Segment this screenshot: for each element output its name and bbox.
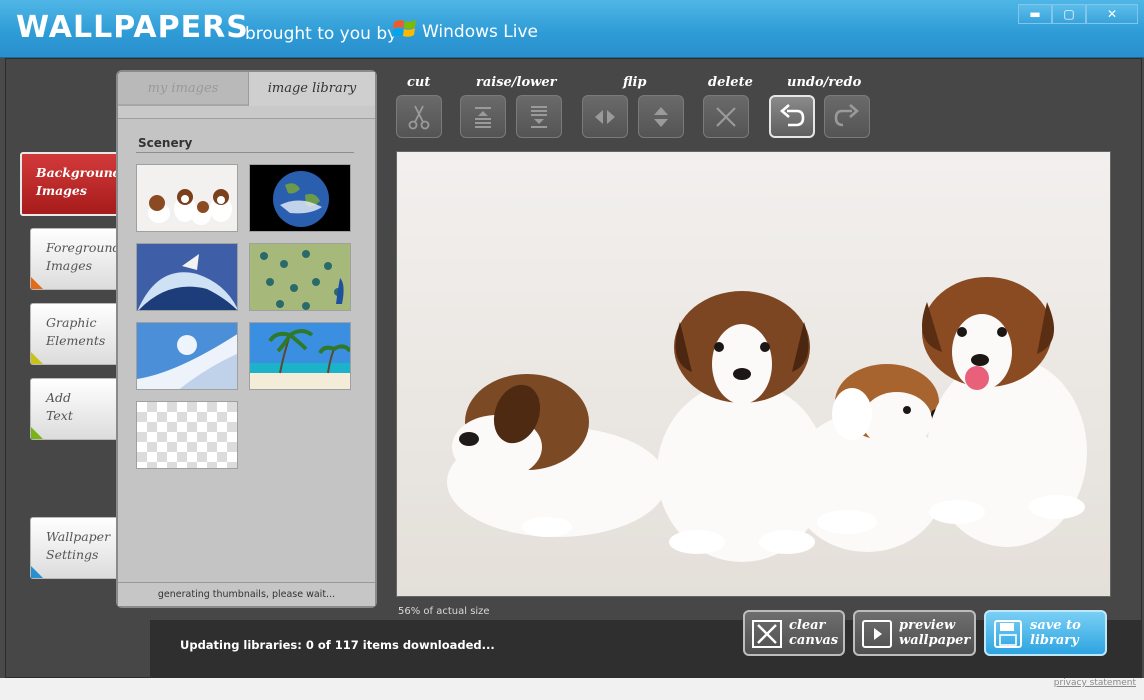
thumbnail-transparent[interactable] bbox=[136, 401, 238, 469]
wallpaper-canvas[interactable] bbox=[396, 151, 1111, 597]
tropical-beach-thumbnail-image bbox=[250, 323, 350, 389]
puppies-thumbnail-image bbox=[137, 165, 237, 231]
clear-canvas-icon bbox=[752, 620, 782, 648]
toolbar-label-raise-lower: raise/lower bbox=[476, 75, 557, 90]
tab-image-library[interactable]: image library bbox=[248, 72, 375, 106]
preview-wallpaper-button[interactable]: preview wallpaper bbox=[853, 610, 976, 656]
raise-button[interactable] bbox=[460, 95, 506, 138]
window-controls: ▬ ▢ ✕ bbox=[1018, 4, 1138, 24]
preview-icon bbox=[862, 620, 892, 648]
sidebar-item-label: Add bbox=[46, 390, 72, 405]
preview-wallpaper-label: preview wallpaper bbox=[899, 618, 970, 648]
app-title: WALLPAPERS bbox=[16, 10, 249, 45]
close-button[interactable]: ✕ bbox=[1086, 4, 1138, 24]
windows-live-brand: Windows Live bbox=[422, 22, 539, 42]
accent-corner bbox=[31, 566, 43, 578]
save-label-line1: save to bbox=[1030, 618, 1081, 633]
send-backward-icon bbox=[531, 105, 547, 128]
windows-logo-icon bbox=[392, 20, 416, 37]
delete-button[interactable] bbox=[703, 95, 749, 138]
accent-corner bbox=[31, 427, 43, 439]
puppies-wallpaper-image bbox=[397, 152, 1110, 596]
save-to-library-button[interactable]: save to library bbox=[984, 610, 1107, 656]
sidebar-item-background-images[interactable]: Background Images bbox=[20, 152, 124, 216]
thumbnail-snow-mountain[interactable] bbox=[136, 322, 238, 390]
toolbar-label-undo-redo: undo/redo bbox=[787, 75, 862, 90]
save-to-library-label: save to library bbox=[1030, 618, 1081, 648]
thumbnail-puppies[interactable] bbox=[136, 164, 238, 232]
sidebar-item-graphic-elements[interactable]: Graphic Elements bbox=[30, 303, 118, 365]
toolbar-label-flip: flip bbox=[623, 75, 647, 90]
bottom-bar bbox=[0, 678, 1144, 700]
thumbnail-earth[interactable] bbox=[249, 164, 351, 232]
category-divider bbox=[136, 152, 354, 153]
sidebar-item-label: Images bbox=[36, 183, 87, 198]
bring-forward-icon bbox=[475, 106, 491, 128]
library-tabs: my images image library bbox=[118, 72, 375, 106]
sidebar-item-label: Graphic bbox=[46, 315, 97, 330]
tab-my-images[interactable]: my images bbox=[118, 72, 248, 106]
sidebar-item-add-text[interactable]: Add Text bbox=[30, 378, 118, 440]
image-library-panel: my images image library Scenery generati… bbox=[116, 70, 377, 608]
privacy-statement-link[interactable]: privacy statement bbox=[1054, 678, 1136, 688]
flip-vertical-icon bbox=[654, 106, 668, 127]
clear-canvas-label: clear canvas bbox=[789, 618, 838, 648]
title-bar: WALLPAPERS brought to you by Windows Liv… bbox=[0, 0, 1144, 58]
wallpapers-app: WALLPAPERS brought to you by Windows Liv… bbox=[0, 0, 1144, 700]
preview-label-line1: preview bbox=[899, 618, 956, 633]
sidebar-item-foreground-images[interactable]: Foreground Images bbox=[30, 228, 121, 290]
flip-vertical-button[interactable] bbox=[638, 95, 684, 138]
cut-button[interactable] bbox=[396, 95, 442, 138]
clear-canvas-label-line2: canvas bbox=[789, 633, 839, 648]
category-heading: Scenery bbox=[138, 136, 193, 150]
toolbar-label-delete: delete bbox=[708, 75, 753, 90]
sidebar-item-label: Images bbox=[46, 258, 93, 273]
scissors-icon bbox=[408, 105, 430, 129]
status-text: Updating libraries: 0 of 117 items downl… bbox=[180, 638, 495, 652]
library-status: generating thumbnails, please wait... bbox=[118, 582, 375, 606]
clear-canvas-button[interactable]: clear canvas bbox=[743, 610, 845, 656]
thumbnail-peacock[interactable] bbox=[249, 243, 351, 311]
preview-label-line2: wallpaper bbox=[899, 633, 971, 648]
sidebar-item-label: Foreground bbox=[46, 240, 121, 255]
save-disk-icon bbox=[994, 620, 1022, 648]
snow-mountain-thumbnail-image bbox=[137, 323, 237, 389]
thumbnail-surfer[interactable] bbox=[136, 243, 238, 311]
zoom-readout: 56% of actual size bbox=[398, 606, 490, 617]
flip-horizontal-icon bbox=[595, 109, 615, 124]
surfer-thumbnail-image bbox=[137, 244, 237, 310]
earth-thumbnail-image bbox=[250, 165, 350, 231]
sidebar-item-label: Wallpaper bbox=[46, 529, 111, 544]
accent-corner bbox=[31, 352, 43, 364]
delete-x-icon bbox=[716, 106, 736, 127]
save-label-line2: library bbox=[1030, 633, 1079, 648]
sidebar-item-wallpaper-settings[interactable]: Wallpaper Settings bbox=[30, 517, 118, 579]
undo-button[interactable] bbox=[769, 95, 815, 138]
redo-button[interactable] bbox=[824, 95, 870, 138]
maximize-button[interactable]: ▢ bbox=[1052, 4, 1086, 24]
sidebar-item-label: Settings bbox=[46, 547, 99, 562]
sidebar-item-label: Elements bbox=[46, 333, 106, 348]
undo-icon bbox=[780, 103, 805, 126]
peacock-thumbnail-image bbox=[250, 244, 350, 310]
toolbar-label-cut: cut bbox=[407, 75, 431, 90]
thumbnail-tropical-beach[interactable] bbox=[249, 322, 351, 390]
sidebar-item-label: Background bbox=[36, 165, 122, 180]
lower-button[interactable] bbox=[516, 95, 562, 138]
app-subtitle: brought to you by bbox=[245, 24, 398, 44]
redo-icon bbox=[834, 103, 859, 126]
clear-canvas-label-line1: clear bbox=[789, 618, 826, 633]
accent-corner bbox=[31, 277, 43, 289]
minimize-button[interactable]: ▬ bbox=[1018, 4, 1052, 24]
sidebar-item-label: Text bbox=[46, 408, 73, 423]
flip-horizontal-button[interactable] bbox=[582, 95, 628, 138]
